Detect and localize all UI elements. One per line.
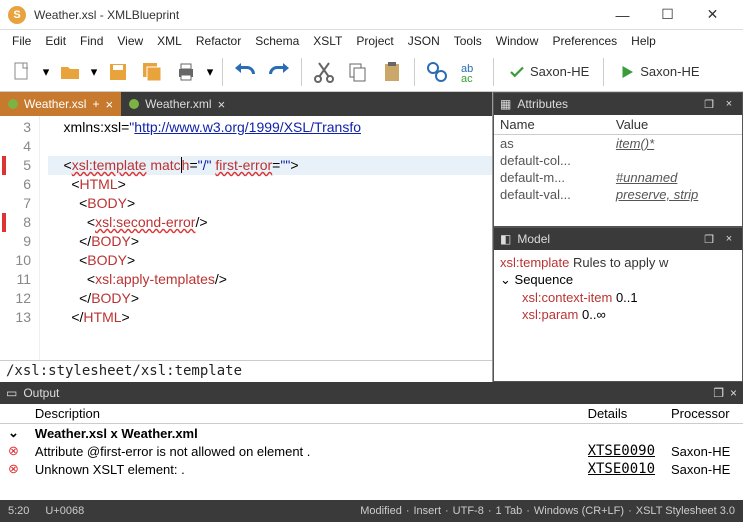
collapse-icon[interactable]: ⌄ — [8, 425, 19, 440]
restore-icon[interactable]: ❐ — [702, 233, 716, 246]
table-row[interactable]: default-val...preserve, strip — [494, 186, 742, 203]
redo-button[interactable] — [263, 56, 295, 88]
menu-help[interactable]: Help — [625, 32, 662, 50]
output-icon: ▭ — [6, 386, 17, 400]
print-dropdown[interactable]: ▾ — [204, 56, 216, 88]
tab-weather-xsl[interactable]: Weather.xsl + × — [0, 92, 121, 116]
save-all-button[interactable] — [136, 56, 168, 88]
table-row[interactable]: default-m...#unnamed — [494, 169, 742, 186]
error-icon: ⊗ — [8, 443, 19, 458]
menu-tools[interactable]: Tools — [448, 32, 488, 50]
panel-title: Output — [23, 386, 707, 400]
open-button[interactable] — [54, 56, 86, 88]
menu-schema[interactable]: Schema — [249, 32, 305, 50]
app-logo-icon: S — [8, 6, 26, 24]
restore-icon[interactable]: ❐ — [713, 386, 724, 400]
output-row[interactable]: ⊗Attribute @first-error is not allowed o… — [0, 442, 743, 460]
close-icon[interactable]: × — [730, 386, 737, 400]
encoding: UTF-8 — [453, 505, 484, 517]
status-dot-icon — [129, 99, 139, 109]
output-row[interactable]: ⊗Unknown XSLT element: .XTSE0010Saxon-HE — [0, 460, 743, 478]
line-gutter: 345678910111213 — [0, 116, 40, 360]
print-button[interactable] — [170, 56, 202, 88]
panel-title: Attributes — [517, 97, 696, 111]
char-code: U+0068 — [45, 505, 84, 517]
menu-xml[interactable]: XML — [151, 32, 188, 50]
code-editor[interactable]: 345678910111213 xmlns:xsl="http://www.w3… — [0, 116, 492, 360]
menu-find[interactable]: Find — [74, 32, 109, 50]
cut-button[interactable] — [308, 56, 340, 88]
new-button[interactable] — [6, 56, 38, 88]
dirty-indicator: + — [92, 97, 99, 111]
model-tree[interactable]: xsl:template Rules to apply w ⌄ Sequence… — [494, 250, 742, 381]
minimize-button[interactable]: — — [600, 1, 645, 29]
model-icon: ◧ — [500, 232, 511, 246]
insert-mode: Insert — [413, 505, 441, 517]
status-bar: 5:20 U+0068 Modified· Insert· UTF-8· 1 T… — [0, 500, 743, 522]
window-title: Weather.xsl - XMLBlueprint — [34, 8, 600, 22]
find-button[interactable] — [421, 56, 453, 88]
collapse-icon[interactable]: ⌄ — [500, 272, 511, 287]
menu-json[interactable]: JSON — [402, 32, 446, 50]
tab-label: Weather.xsl — [24, 97, 86, 111]
menu-refactor[interactable]: Refactor — [190, 32, 247, 50]
right-pane: ▦ Attributes ❐ × NameValue asitem()*defa… — [493, 92, 743, 382]
close-icon[interactable]: × — [218, 97, 226, 112]
copy-button[interactable] — [342, 56, 374, 88]
output-panel[interactable]: DescriptionDetailsProcessor ⌄Weather.xsl… — [0, 404, 743, 500]
toolbar: ▾ ▾ ▾ abac Saxon-HE Saxon-HE — [0, 52, 743, 92]
attributes-table[interactable]: NameValue asitem()*default-col...default… — [494, 115, 742, 226]
table-row[interactable]: default-col... — [494, 152, 742, 169]
menu-preferences[interactable]: Preferences — [546, 32, 623, 50]
menu-project[interactable]: Project — [350, 32, 399, 50]
validate-button[interactable]: Saxon-HE — [500, 56, 597, 88]
menu-edit[interactable]: Edit — [39, 32, 72, 50]
close-icon[interactable]: × — [106, 97, 114, 112]
menu-window[interactable]: Window — [490, 32, 545, 50]
table-row[interactable]: asitem()* — [494, 135, 742, 153]
panel-header[interactable]: ▦ Attributes ❐ × — [494, 93, 742, 115]
title-bar: S Weather.xsl - XMLBlueprint — ☐ ✕ — [0, 0, 743, 30]
run-button[interactable]: Saxon-HE — [610, 56, 707, 88]
save-button[interactable] — [102, 56, 134, 88]
close-icon[interactable]: × — [722, 233, 736, 245]
line-ending: Windows (CR+LF) — [534, 505, 624, 517]
paste-button[interactable] — [376, 56, 408, 88]
menu-xslt[interactable]: XSLT — [307, 32, 348, 50]
table-icon: ▦ — [500, 97, 511, 111]
open-dropdown[interactable]: ▾ — [88, 56, 100, 88]
undo-button[interactable] — [229, 56, 261, 88]
tab-size: 1 Tab — [496, 505, 523, 517]
code-lines[interactable]: xmlns:xsl="http://www.w3.org/1999/XSL/Tr… — [40, 116, 492, 360]
menu-file[interactable]: File — [6, 32, 37, 50]
tab-label: Weather.xml — [145, 97, 211, 111]
svg-text:ac: ac — [461, 73, 473, 84]
modified-status: Modified — [360, 505, 402, 517]
status-dot-icon — [8, 99, 18, 109]
model-panel: ◧ Model ❐ × xsl:template Rules to apply … — [493, 227, 743, 382]
editor-pane: Weather.xsl + × Weather.xml × 3456789101… — [0, 92, 493, 382]
maximize-button[interactable]: ☐ — [645, 1, 690, 29]
error-icon: ⊗ — [8, 461, 19, 476]
restore-icon[interactable]: ❐ — [702, 98, 716, 111]
cursor-position: 5:20 — [8, 505, 29, 517]
tab-weather-xml[interactable]: Weather.xml × — [121, 92, 233, 116]
file-type: XSLT Stylesheet 3.0 — [636, 505, 735, 517]
breadcrumb[interactable]: /xsl:stylesheet/xsl:template — [0, 360, 492, 382]
close-icon[interactable]: × — [722, 98, 736, 110]
menu-view[interactable]: View — [111, 32, 149, 50]
output-group[interactable]: ⌄Weather.xsl x Weather.xml — [0, 424, 743, 443]
output-panel-header[interactable]: ▭ Output ❐ × — [0, 382, 743, 404]
editor-tabs: Weather.xsl + × Weather.xml × — [0, 92, 492, 116]
close-button[interactable]: ✕ — [690, 1, 735, 29]
panel-header[interactable]: ◧ Model ❐ × — [494, 228, 742, 250]
attributes-panel: ▦ Attributes ❐ × NameValue asitem()*defa… — [493, 92, 743, 227]
menu-bar: File Edit Find View XML Refactor Schema … — [0, 30, 743, 52]
new-dropdown[interactable]: ▾ — [40, 56, 52, 88]
panel-title: Model — [517, 232, 696, 246]
replace-button[interactable]: abac — [455, 56, 487, 88]
